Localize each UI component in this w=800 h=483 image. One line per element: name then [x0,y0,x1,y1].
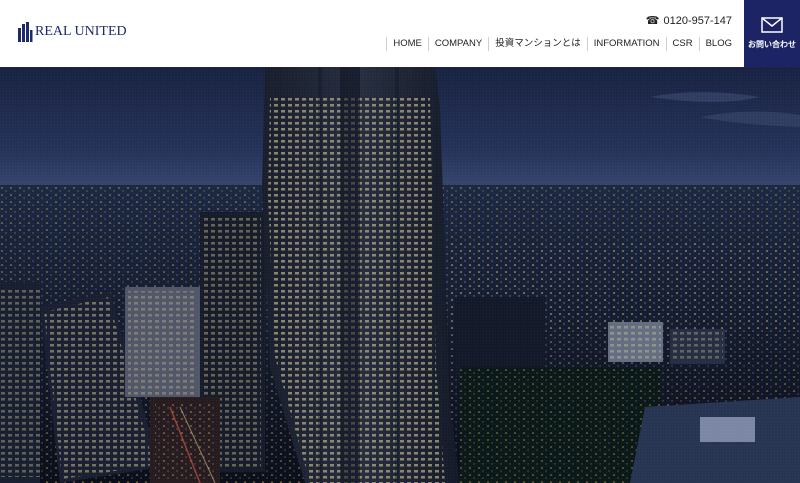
nav-item-blog[interactable]: BLOG [698,37,738,51]
contact-label: お問い合わせ [748,40,796,49]
envelope-icon [761,17,783,33]
site-logo[interactable]: REAL UNITED [17,22,127,42]
nav-item-investment-mansion[interactable]: 投資マンションとは [488,37,587,51]
hero-image [0,67,800,483]
nav-item-csr[interactable]: CSR [665,37,699,51]
nav-item-home[interactable]: HOME [386,37,428,51]
phone-number-text: 0120-957-147 [663,14,732,27]
building-logo-icon [18,22,33,42]
nav-item-information[interactable]: INFORMATION [586,37,666,51]
site-header: REAL UNITED ☎ 0120-957-147 HOME COMPANY … [0,0,800,67]
phone-icon: ☎ [645,15,660,27]
nav-item-company[interactable]: COMPANY [427,37,488,51]
main-nav: HOME COMPANY 投資マンションとは INFORMATION CSR B… [386,37,738,51]
phone-number[interactable]: ☎ 0120-957-147 [645,14,732,28]
logo-text: REAL UNITED [35,24,127,39]
contact-button[interactable]: お問い合わせ [744,0,800,67]
night-city-skyline-image [0,67,800,483]
